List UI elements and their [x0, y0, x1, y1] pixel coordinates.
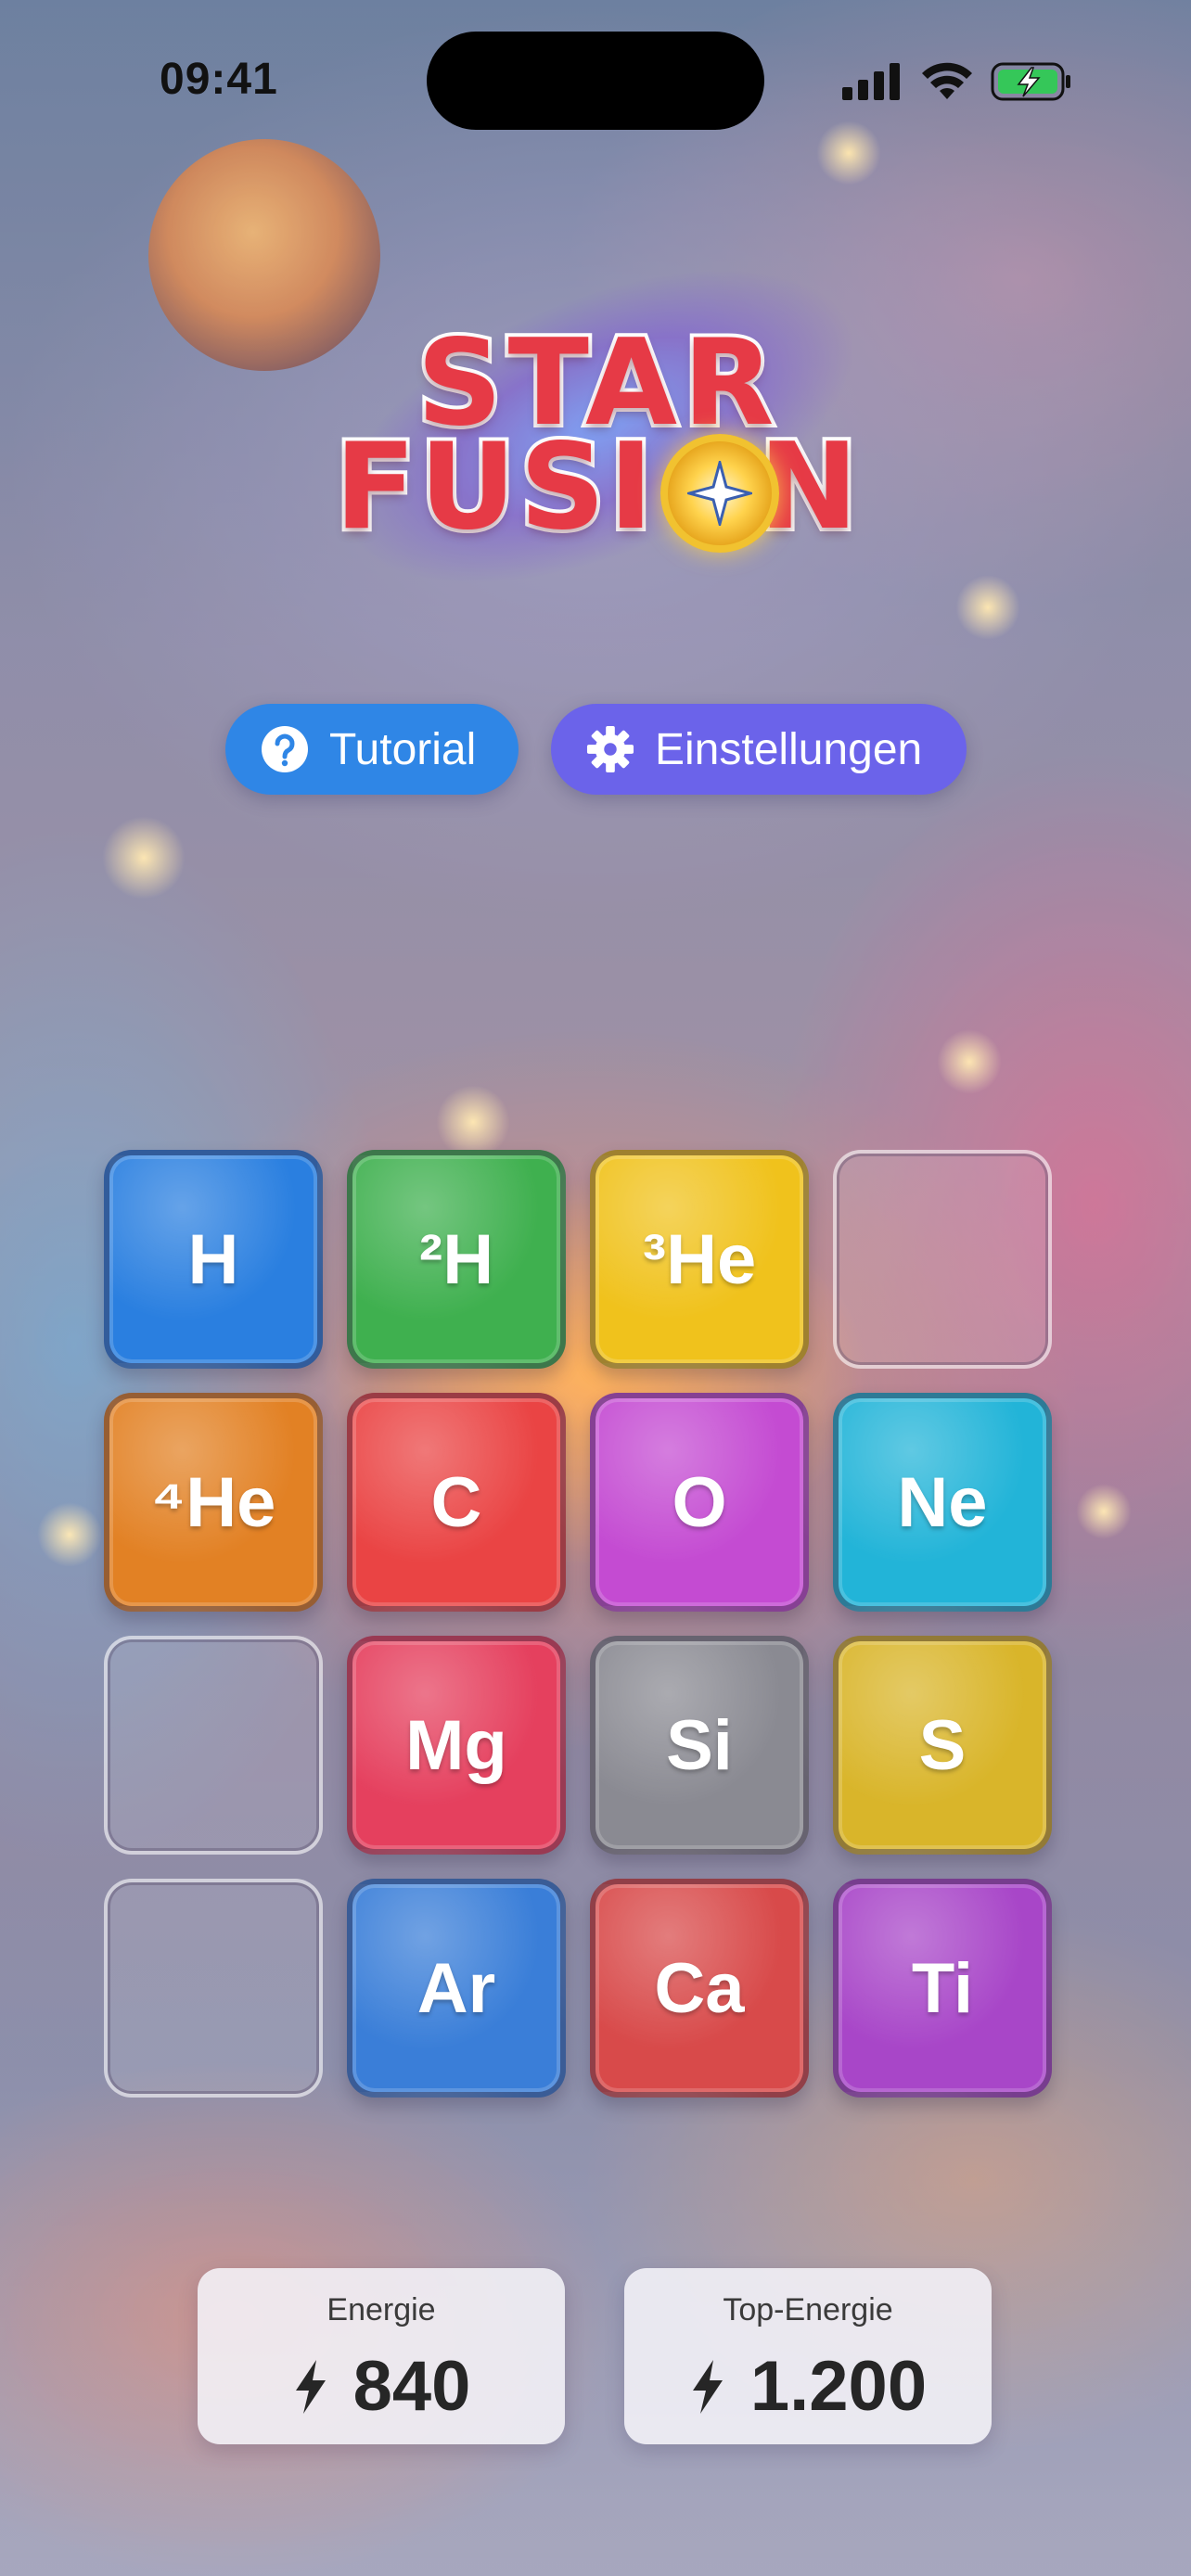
four-point-star-icon [687, 461, 752, 526]
lightning-icon [692, 2359, 723, 2414]
tutorial-button[interactable]: Tutorial [225, 704, 519, 795]
element-symbol: Ar [416, 1948, 496, 2028]
element-symbol: ³He [642, 1219, 757, 1299]
element-symbol: ²H [418, 1219, 494, 1299]
lightning-icon [295, 2359, 326, 2414]
element-symbol: Si [666, 1705, 733, 1785]
element-symbol: Ca [654, 1948, 745, 2028]
element-symbol: C [430, 1462, 482, 1542]
element-tile[interactable]: Mg [347, 1636, 566, 1855]
top-energy-value: 1.200 [749, 2347, 928, 2426]
energy-value-row: 840 [198, 2346, 565, 2427]
element-symbol: Ti [911, 1948, 974, 2028]
element-symbol: O [672, 1462, 727, 1542]
energy-value: 840 [352, 2347, 471, 2426]
wifi-icon [922, 62, 972, 99]
element-symbol: H [187, 1219, 239, 1299]
element-tile[interactable]: C [347, 1393, 566, 1612]
empty-tile-slot[interactable] [104, 1636, 323, 1855]
element-tile[interactable]: ³He [590, 1150, 809, 1369]
element-tile[interactable]: Ne [833, 1393, 1052, 1612]
dynamic-island [427, 32, 764, 130]
status-icons [842, 61, 1072, 102]
element-tile[interactable]: S [833, 1636, 1052, 1855]
element-tile[interactable]: Ca [590, 1879, 809, 2098]
element-tile[interactable]: ²H [347, 1150, 566, 1369]
element-symbol: Ne [897, 1462, 988, 1542]
energy-label: Energie [327, 2292, 436, 2327]
star-fusion-logo: STAR FUSI N [296, 203, 901, 650]
logo-title-line2: FUSI N [315, 425, 881, 551]
element-symbol: Mg [405, 1705, 507, 1785]
element-tile[interactable]: Si [590, 1636, 809, 1855]
logo-compass-star-icon [660, 434, 779, 553]
cellular-signal-icon [842, 63, 900, 100]
battery-charging-icon [991, 62, 1070, 101]
empty-tile-slot[interactable] [833, 1150, 1052, 1369]
energy-card: Energie 840 [198, 2268, 565, 2444]
gear-icon [586, 725, 634, 773]
settings-button-label: Einstellungen [655, 724, 923, 774]
element-tile[interactable]: Ar [347, 1879, 566, 2098]
top-energy-card: Top-Energie 1.200 [624, 2268, 992, 2444]
element-tile[interactable]: Ti [833, 1879, 1052, 2098]
settings-button[interactable]: Einstellungen [551, 704, 967, 795]
logo-title-line2-text: FUSI [331, 418, 658, 556]
tutorial-button-label: Tutorial [329, 724, 477, 774]
empty-tile-slot[interactable] [104, 1879, 323, 2098]
element-symbol: ⁴He [150, 1462, 276, 1542]
element-tile[interactable]: H [104, 1150, 323, 1369]
element-tile[interactable]: ⁴He [104, 1393, 323, 1612]
question-circle-icon [261, 725, 309, 773]
status-time: 09:41 [160, 55, 278, 104]
element-tile[interactable]: O [590, 1393, 809, 1612]
top-energy-value-row: 1.200 [624, 2346, 992, 2427]
element-symbol: S [918, 1705, 967, 1785]
top-energy-label: Top-Energie [723, 2292, 893, 2327]
element-grid: H ²H ³He ⁴He C O Ne Mg Si S Ar Ca Ti [104, 1150, 1059, 2105]
